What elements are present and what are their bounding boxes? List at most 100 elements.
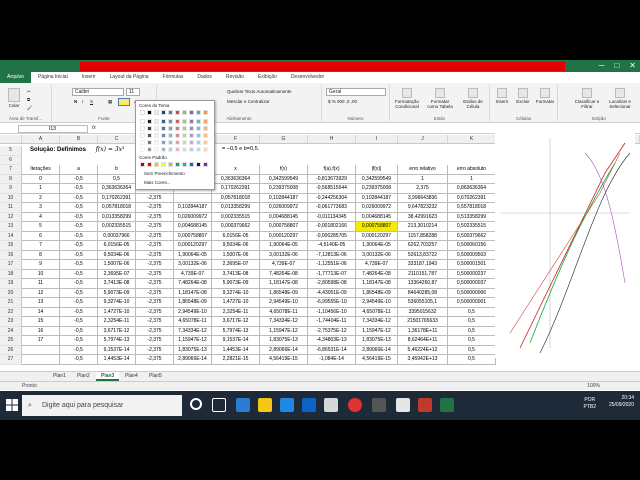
- color-swatch[interactable]: [147, 147, 152, 152]
- sheet-tab[interactable]: Plan4: [120, 372, 143, 381]
- row-header[interactable]: 24: [0, 326, 22, 336]
- table-cell[interactable]: 0,5: [448, 336, 496, 346]
- ribbon-tab[interactable]: Desenvolvedor: [284, 72, 331, 83]
- table-cell[interactable]: -0,5: [60, 174, 98, 184]
- standard-color-swatch[interactable]: [189, 162, 194, 167]
- table-cell[interactable]: 38,42991623: [398, 212, 448, 222]
- table-header-cell[interactable]: b: [98, 165, 136, 175]
- table-cell[interactable]: 0,057818018: [212, 193, 260, 203]
- column-header[interactable]: F: [212, 135, 260, 144]
- table-cell[interactable]: -0,001802166: [308, 222, 356, 232]
- color-swatch[interactable]: [168, 110, 173, 115]
- standard-color-swatch[interactable]: [161, 162, 166, 167]
- table-cell[interactable]: 5,7974E-13: [212, 326, 260, 336]
- table-cell[interactable]: -6,86531E-14: [308, 345, 356, 355]
- table-cell[interactable]: 2,94549E-10: [260, 298, 308, 308]
- table-cell[interactable]: 0,5: [448, 326, 496, 336]
- sort-filter-button[interactable]: Classificar e Filtrar: [572, 88, 602, 109]
- standard-color-swatch[interactable]: [175, 162, 180, 167]
- table-cell[interactable]: 13: [22, 298, 60, 308]
- table-cell[interactable]: -7,12813E-06: [308, 250, 356, 260]
- table-cell[interactable]: 1,4727E-10: [212, 298, 260, 308]
- table-cell[interactable]: 7,34334E-12: [174, 326, 212, 336]
- table-cell[interactable]: 1,15947E-12: [356, 326, 398, 336]
- table-header-cell[interactable]: a: [60, 165, 98, 175]
- column-header[interactable]: H: [308, 135, 356, 144]
- table-cell[interactable]: 5: [22, 222, 60, 232]
- table-cell[interactable]: -2,375: [136, 212, 174, 222]
- maximize-icon[interactable]: □: [614, 60, 619, 72]
- table-cell[interactable]: 0,363636364: [212, 174, 260, 184]
- cell-styles-button[interactable]: Estilos de Célula: [458, 88, 488, 109]
- table-cell[interactable]: 1,83075E-13: [356, 336, 398, 346]
- table-cell[interactable]: 3,45942E+13: [398, 355, 448, 365]
- table-header-cell[interactable]: Iterações: [22, 165, 60, 175]
- row-header[interactable]: 20: [0, 288, 22, 298]
- table-cell[interactable]: 0,5: [448, 345, 496, 355]
- row-header[interactable]: 16: [0, 250, 22, 260]
- row-header[interactable]: 10: [0, 193, 22, 203]
- table-cell[interactable]: 52613,83722: [398, 250, 448, 260]
- ribbon-tab[interactable]: Inserir: [75, 72, 103, 83]
- table-cell[interactable]: 0,102844187: [174, 203, 212, 213]
- table-header-cell[interactable]: f(x): [260, 165, 308, 175]
- table-cell[interactable]: 3,00132E-06: [260, 250, 308, 260]
- table-cell[interactable]: 1,15947E-12: [174, 336, 212, 346]
- table-cell[interactable]: -0,5: [60, 317, 98, 327]
- table-cell[interactable]: 6,0156E-05: [98, 241, 136, 251]
- color-swatch[interactable]: [140, 133, 145, 138]
- table-cell[interactable]: 0,5: [448, 355, 496, 365]
- table-cell[interactable]: -6,99555E-10: [308, 298, 356, 308]
- table-cell[interactable]: 0,500000037: [448, 279, 496, 289]
- table-cell[interactable]: 7,34334E-12: [260, 317, 308, 327]
- table-cell[interactable]: -0,5: [60, 241, 98, 251]
- color-swatch[interactable]: [140, 119, 145, 124]
- color-swatch[interactable]: [147, 133, 152, 138]
- copy-icon[interactable]: ⧉: [27, 97, 30, 102]
- color-swatch[interactable]: [203, 126, 208, 131]
- color-swatch[interactable]: [189, 126, 194, 131]
- app-icon[interactable]: [372, 398, 386, 412]
- table-cell[interactable]: -0,5: [60, 203, 98, 213]
- format-table-button[interactable]: Formatar como Tabela: [425, 88, 455, 109]
- table-cell[interactable]: 7,48264E-08: [356, 269, 398, 279]
- table-cell[interactable]: 9,3274E-10: [212, 288, 260, 298]
- color-swatch[interactable]: [175, 140, 180, 145]
- borders-icon[interactable]: ▦: [108, 99, 112, 104]
- table-cell[interactable]: 8: [22, 250, 60, 260]
- table-cell[interactable]: 1,18147E-08: [260, 279, 308, 289]
- table-cell[interactable]: 2,3695E-07: [98, 269, 136, 279]
- windows-start-icon[interactable]: [6, 399, 18, 411]
- table-cell[interactable]: 7,48264E-08: [260, 269, 308, 279]
- standard-color-swatch[interactable]: [182, 162, 187, 167]
- table-cell[interactable]: 0,863636364: [448, 184, 496, 194]
- table-cell[interactable]: -2,375: [136, 298, 174, 308]
- color-swatch[interactable]: [203, 133, 208, 138]
- table-cell[interactable]: 1,4453E-14: [212, 345, 260, 355]
- font-size-select[interactable]: 11: [126, 88, 140, 96]
- table-cell[interactable]: 10: [22, 269, 60, 279]
- row-header[interactable]: 23: [0, 317, 22, 327]
- color-swatch[interactable]: [182, 140, 187, 145]
- table-cell[interactable]: -4,43051E-09: [308, 288, 356, 298]
- table-cell[interactable]: 333187,1943: [398, 260, 448, 270]
- color-swatch[interactable]: [175, 147, 180, 152]
- table-cell[interactable]: 4,56419E-15: [356, 355, 398, 365]
- table-cell[interactable]: 2,94549E-10: [174, 307, 212, 317]
- table-cell[interactable]: 4,65078E-11: [260, 307, 308, 317]
- color-swatch[interactable]: [175, 126, 180, 131]
- table-cell[interactable]: 5,7974E-13: [98, 336, 136, 346]
- table-cell[interactable]: 1,86548E-09: [174, 298, 212, 308]
- paste-button[interactable]: Colar: [4, 88, 24, 108]
- table-cell[interactable]: -1,12551E-06: [308, 260, 356, 270]
- task-view-icon[interactable]: [212, 398, 226, 412]
- table-cell[interactable]: 7,48264E-08: [174, 279, 212, 289]
- color-swatch[interactable]: [147, 126, 152, 131]
- table-cell[interactable]: 1,18147E-08: [356, 279, 398, 289]
- cut-icon[interactable]: ✂: [27, 89, 31, 94]
- row-header[interactable]: 27: [0, 355, 22, 365]
- table-cell[interactable]: 2,89066E-14: [174, 355, 212, 365]
- name-box[interactable]: I13: [18, 125, 88, 133]
- table-cell[interactable]: 0,500001501: [448, 260, 496, 270]
- table-cell[interactable]: 3,00132E-06: [356, 250, 398, 260]
